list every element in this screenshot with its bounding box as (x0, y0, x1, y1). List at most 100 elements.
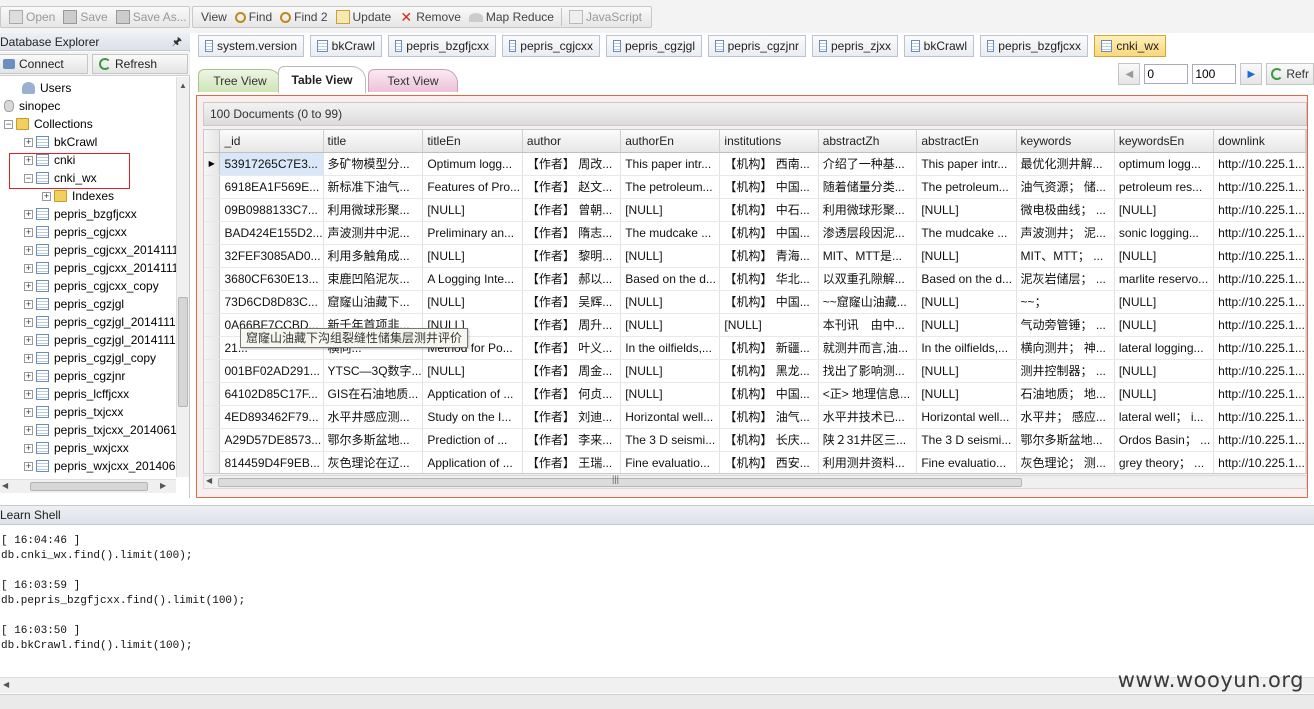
table-cell[interactable]: 气动旁管锤； ... (1016, 313, 1115, 337)
prev-page-button[interactable]: ◀ (1118, 63, 1141, 85)
table-cell[interactable]: http://10.225.1... (1213, 382, 1306, 406)
scroll-left-icon[interactable]: ◀ (3, 680, 9, 689)
table-cell[interactable]: 4ED893462F79... (219, 405, 324, 429)
table-cell[interactable]: http://10.225.1... (1213, 244, 1306, 268)
table-cell[interactable]: 73D6CD8D83C... (219, 290, 324, 314)
table-cell[interactable]: http://10.225.1... (1213, 451, 1306, 473)
scroll-left-icon[interactable]: ◀ (2, 481, 8, 490)
scroll-right-icon[interactable]: ▶ (160, 481, 166, 490)
table-cell[interactable]: grey theory； ... (1114, 451, 1215, 473)
column-header[interactable]: keywordsEn (1114, 130, 1215, 153)
row-selector[interactable] (204, 244, 221, 268)
table-cell[interactable]: petroleum res... (1114, 175, 1215, 199)
table-cell[interactable]: 【机构】 青海... (719, 244, 819, 268)
shell-output[interactable]: [ 16:04:46 ] db.cnki_wx.find().limit(100)… (0, 526, 1314, 676)
refresh-results-button[interactable]: Refr (1266, 63, 1314, 85)
tree-node-collection[interactable]: + pepris_cgzjgl (24, 295, 124, 313)
table-cell[interactable]: [NULL] (620, 244, 721, 268)
table-cell[interactable]: 利用微球形聚... (323, 198, 424, 222)
table-row[interactable]: 64102D85C17F... GIS在石油地质... Apptication of… (204, 382, 1306, 406)
column-header[interactable]: abstractEn (916, 130, 1017, 153)
table-cell[interactable]: 随着储量分类... (818, 175, 918, 199)
table-cell[interactable]: 鄂尔多斯盆地... (323, 428, 424, 452)
table-row[interactable]: 6918EA1F569E... 新标准下油气... Features of Pro.… (204, 175, 1306, 199)
table-cell[interactable]: The mudcake ... (620, 221, 721, 245)
table-cell[interactable]: A29D57DE8573... (219, 428, 324, 452)
table-cell[interactable]: Application of ... (422, 451, 523, 473)
table-cell[interactable]: 【机构】 西南... (719, 152, 819, 176)
expand-icon[interactable]: + (24, 389, 33, 399)
table-cell[interactable]: Based on the d... (916, 267, 1017, 291)
column-header[interactable]: _id (219, 130, 324, 153)
scroll-thumb[interactable] (218, 478, 1022, 487)
expand-icon[interactable]: + (42, 191, 51, 201)
table-cell[interactable]: [NULL] (422, 198, 523, 222)
row-selector[interactable] (204, 313, 221, 337)
table-cell[interactable]: 最优化测井解... (1016, 152, 1115, 176)
table-cell[interactable]: [NULL] (916, 290, 1017, 314)
connect-button[interactable]: Connect (0, 54, 88, 74)
table-row[interactable]: ▶ 53917265C7E3... 多矿物模型分... Optimum logg...… (204, 152, 1306, 176)
table-cell[interactable]: 水平井感应测... (323, 405, 424, 429)
column-header[interactable]: downlink (1213, 130, 1306, 153)
table-cell[interactable]: [NULL] (620, 290, 721, 314)
table-cell[interactable]: 【作者】 曾朝... (522, 198, 622, 222)
table-row[interactable]: 09B0988133C7... 利用微球形聚... [NULL] 【作者】 曾朝...… (204, 198, 1306, 222)
table-cell[interactable]: [NULL] (422, 290, 523, 314)
table-cell[interactable]: 814459D4F9EB... (219, 451, 324, 473)
table-cell[interactable]: 陕２31井区三... (818, 428, 918, 452)
tree-node-db[interactable]: sinopec (4, 97, 60, 115)
table-cell[interactable]: 【作者】 周升... (522, 313, 622, 337)
refresh-button[interactable]: Refresh (92, 54, 188, 74)
tree-node-collection[interactable]: + pepris_wxjcxx_2014061 (24, 457, 176, 475)
expand-icon[interactable]: + (24, 371, 33, 381)
tree-node-collection[interactable]: + pepris_cgjcxx_2014111 (24, 241, 176, 259)
table-cell[interactable]: 【机构】 中国... (719, 382, 819, 406)
table-row[interactable]: A29D57DE8573... 鄂尔多斯盆地... Prediction of ..… (204, 428, 1306, 452)
table-cell[interactable]: http://10.225.1... (1213, 152, 1306, 176)
table-cell[interactable]: 以双重孔隙解... (818, 267, 918, 291)
tree-node-collection[interactable]: + pepris_bzgfjcxx (24, 205, 137, 223)
table-cell[interactable]: Study on the I... (422, 405, 523, 429)
table-cell[interactable]: GIS在石油地质... (323, 382, 424, 406)
table-cell[interactable]: 窟窿山油藏下... (323, 290, 424, 314)
table-cell[interactable]: [NULL] (916, 382, 1017, 406)
table-cell[interactable]: 【机构】 新疆... (719, 336, 819, 360)
row-selector[interactable]: ▶ (204, 152, 221, 176)
map-reduce-button[interactable]: Map Reduce (465, 7, 558, 27)
tree-node-collection[interactable]: + pepris_cgzjgl_2014111 (24, 331, 176, 349)
tree-node-collection[interactable]: + pepris_txjcxx_20140618 (24, 421, 176, 439)
table-cell[interactable]: http://10.225.1... (1213, 267, 1306, 291)
table-cell[interactable]: 测井控制器； ... (1016, 359, 1115, 383)
table-cell[interactable]: 束鹿凹陷泥灰... (323, 267, 424, 291)
expand-icon[interactable]: + (24, 263, 33, 273)
table-cell[interactable]: 【机构】 中国... (719, 221, 819, 245)
table-cell[interactable]: [NULL] (422, 359, 523, 383)
table-cell[interactable]: YTSC—3Q数字... (323, 359, 424, 383)
tree-node-bkcrawl[interactable]: + bkCrawl (24, 133, 97, 151)
expand-icon[interactable]: + (24, 335, 33, 345)
table-cell[interactable]: In the oilfields,... (620, 336, 721, 360)
table-cell[interactable]: optimum logg... (1114, 152, 1215, 176)
table-cell[interactable]: This paper intr... (916, 152, 1017, 176)
table-cell[interactable]: Fine evaluatio... (916, 451, 1017, 473)
row-selector[interactable] (204, 221, 221, 245)
table-cell[interactable]: 找出了影响测... (818, 359, 918, 383)
table-row[interactable]: 814459D4F9EB... 灰色理论在辽... Application of .… (204, 451, 1306, 473)
table-cell[interactable]: Preliminary an... (422, 221, 523, 245)
table-cell[interactable]: [NULL] (916, 359, 1017, 383)
table-cell[interactable]: Based on the d... (620, 267, 721, 291)
table-cell[interactable]: 【机构】 西安... (719, 451, 819, 473)
table-cell[interactable]: The 3 D seismi... (620, 428, 721, 452)
expand-icon[interactable]: + (24, 407, 33, 417)
scroll-thumb[interactable] (178, 297, 188, 407)
table-cell[interactable]: 声波测井中泥... (323, 221, 424, 245)
scroll-up-icon[interactable]: ▲ (179, 81, 187, 90)
table-cell[interactable]: 3680CF630E13... (219, 267, 324, 291)
table-cell[interactable]: http://10.225.1... (1213, 359, 1306, 383)
table-cell[interactable]: http://10.225.1... (1213, 290, 1306, 314)
table-cell[interactable]: The petroleum... (916, 175, 1017, 199)
tree-node-collection[interactable]: + pepris_txjcxx (24, 403, 123, 421)
table-cell[interactable]: 【作者】 李来... (522, 428, 622, 452)
table-cell[interactable]: [NULL] (1114, 244, 1215, 268)
